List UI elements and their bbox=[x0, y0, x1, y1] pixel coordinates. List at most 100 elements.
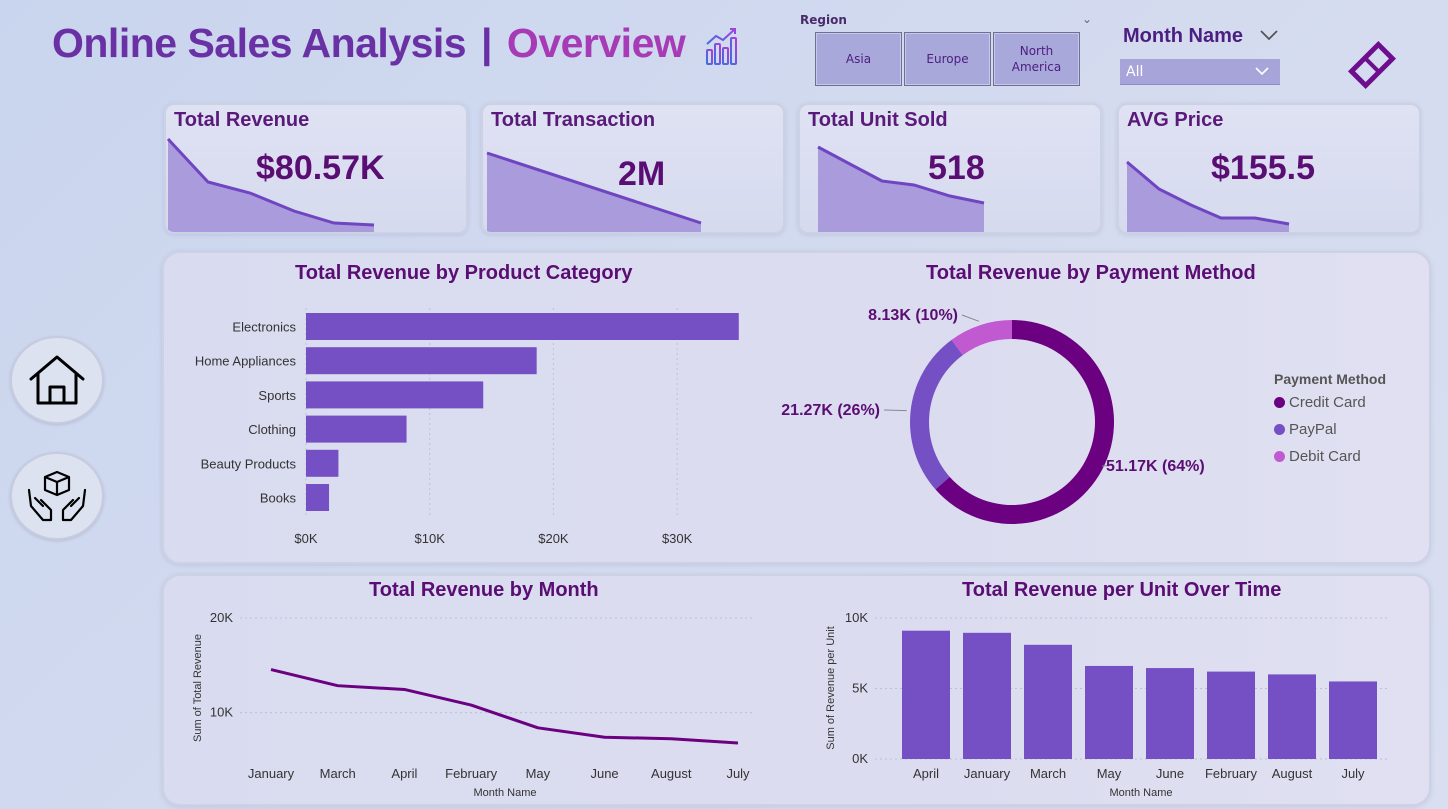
products-nav-button[interactable] bbox=[10, 452, 104, 540]
bar bbox=[1207, 671, 1255, 759]
y-tick-label: 10K bbox=[845, 610, 868, 625]
x-tick-label: July bbox=[726, 766, 750, 781]
data-label: 21.27K (26%) bbox=[781, 402, 880, 419]
legend-dot bbox=[1274, 424, 1285, 435]
x-tick-label: May bbox=[1097, 766, 1122, 781]
title-separator: | bbox=[481, 20, 493, 66]
bar bbox=[1024, 644, 1072, 759]
y-tick-label: 10K bbox=[210, 705, 233, 720]
hands-box-icon bbox=[27, 470, 87, 522]
region-option-north-america[interactable]: North America bbox=[993, 32, 1080, 86]
y-axis-title: Sum of Revenue per Unit bbox=[825, 626, 837, 750]
leader-line bbox=[883, 409, 907, 412]
chevron-down-icon bbox=[1255, 67, 1269, 76]
legend-item[interactable]: PayPal bbox=[1274, 421, 1366, 438]
donut-slice bbox=[910, 339, 963, 490]
bar bbox=[1146, 668, 1194, 759]
bar bbox=[306, 313, 739, 340]
month-filter-label: Month Name bbox=[1123, 25, 1243, 47]
bar-chart-trend-icon bbox=[706, 28, 737, 65]
x-tick-label: January bbox=[248, 766, 295, 781]
kpi-label: Total Transaction bbox=[491, 109, 656, 131]
x-tick-label: $20K bbox=[538, 531, 569, 546]
x-tick-label: May bbox=[526, 766, 551, 781]
month-line-chart-title: Total Revenue by Month bbox=[369, 579, 599, 601]
data-label: 51.17K (64%) bbox=[1106, 458, 1205, 475]
bar bbox=[963, 632, 1011, 759]
home-icon bbox=[29, 355, 85, 405]
category-label: Electronics bbox=[232, 320, 296, 335]
legend-label: Debit Card bbox=[1289, 448, 1361, 465]
bar bbox=[1268, 674, 1316, 759]
bar bbox=[306, 415, 407, 443]
x-tick-label: February bbox=[1205, 766, 1258, 781]
page-title: Online Sales Analysis | Overview bbox=[52, 20, 686, 67]
bar bbox=[306, 484, 330, 511]
y-tick-label: 0K bbox=[852, 751, 868, 766]
kpi-label: Total Unit Sold bbox=[808, 109, 948, 131]
kpi-card-avg-price: AVG Price $155.5 bbox=[1117, 103, 1421, 234]
revenue-per-unit-bar-chart: 0K 5K 10K April January March May June February A… bbox=[825, 610, 1390, 799]
y-tick-label: 20K bbox=[210, 610, 233, 625]
bar bbox=[1329, 681, 1377, 759]
x-tick-label: $10K bbox=[415, 531, 446, 546]
data-label: 8.13K (10%) bbox=[868, 307, 958, 324]
category-label: Books bbox=[260, 491, 297, 506]
unit-bar-chart-title: Total Revenue per Unit Over Time bbox=[962, 579, 1282, 601]
donut-slice bbox=[951, 320, 1012, 356]
kpi-card-total-revenue: Total Revenue $80.57K bbox=[164, 103, 468, 234]
x-tick-label: $0K bbox=[294, 531, 317, 546]
bar bbox=[902, 630, 950, 759]
category-bar-chart: $0K $10K $20K $30K Electronics Home Appliance… bbox=[195, 308, 739, 546]
legend-label: PayPal bbox=[1289, 421, 1337, 438]
legend-label: Credit Card bbox=[1289, 394, 1366, 411]
category-label: Clothing bbox=[248, 422, 296, 437]
title-main: Online Sales Analysis bbox=[52, 20, 467, 66]
month-select-value: All bbox=[1126, 64, 1144, 80]
x-tick-label: January bbox=[964, 766, 1011, 781]
x-axis-title: Month Name bbox=[1110, 787, 1173, 799]
x-tick-label: $30K bbox=[662, 531, 693, 546]
month-chevron-down-icon[interactable] bbox=[1258, 24, 1280, 46]
x-tick-label: August bbox=[651, 766, 692, 781]
y-tick-label: 5K bbox=[852, 681, 868, 696]
bar bbox=[306, 449, 339, 477]
payment-legend-title: Payment Method bbox=[1274, 371, 1387, 387]
title-sub: Overview bbox=[506, 20, 686, 66]
legend-item[interactable]: Debit Card bbox=[1274, 448, 1366, 465]
region-filter-label: Region bbox=[800, 13, 847, 27]
legend-dot bbox=[1274, 397, 1285, 408]
series-line bbox=[270, 668, 739, 745]
payment-legend: Credit Card PayPal Debit Card bbox=[1274, 394, 1366, 465]
x-tick-label: June bbox=[590, 766, 618, 781]
payment-chart-title: Total Revenue by Payment Method bbox=[926, 262, 1256, 284]
region-option-north-america-label: North America bbox=[1011, 44, 1062, 74]
x-tick-label: February bbox=[445, 766, 498, 781]
home-nav-button[interactable] bbox=[10, 336, 104, 424]
bar bbox=[1085, 665, 1133, 759]
kpi-value: $155.5 bbox=[1211, 149, 1315, 187]
kpi-card-total-transaction: Total Transaction 2M bbox=[481, 103, 785, 234]
x-tick-label: August bbox=[1272, 766, 1313, 781]
category-label: Beauty Products bbox=[201, 456, 297, 471]
kpi-value: 518 bbox=[928, 149, 985, 187]
kpi-label: Total Revenue bbox=[174, 109, 310, 131]
x-tick-label: July bbox=[1341, 766, 1365, 781]
bar bbox=[306, 381, 484, 409]
region-option-europe[interactable]: Europe bbox=[904, 32, 991, 86]
kpi-card-total-unit-sold: Total Unit Sold 518 bbox=[798, 103, 1102, 234]
x-tick-label: March bbox=[320, 766, 356, 781]
x-tick-label: April bbox=[913, 766, 939, 781]
leader-line bbox=[961, 314, 980, 322]
x-tick-label: April bbox=[391, 766, 417, 781]
payment-donut-chart: 51.17K (64%) 21.27K (26%) 8.13K (10%) bbox=[781, 307, 1205, 524]
x-tick-label: March bbox=[1030, 766, 1066, 781]
kpi-value: $80.57K bbox=[256, 149, 385, 187]
legend-dot bbox=[1274, 451, 1285, 462]
month-select[interactable]: All bbox=[1120, 59, 1280, 85]
legend-item[interactable]: Credit Card bbox=[1274, 394, 1366, 411]
category-label: Home Appliances bbox=[195, 354, 297, 369]
region-option-asia[interactable]: Asia bbox=[815, 32, 902, 86]
category-label: Sports bbox=[258, 388, 296, 403]
region-chevron-down-icon[interactable]: ⌄ bbox=[1082, 12, 1092, 26]
